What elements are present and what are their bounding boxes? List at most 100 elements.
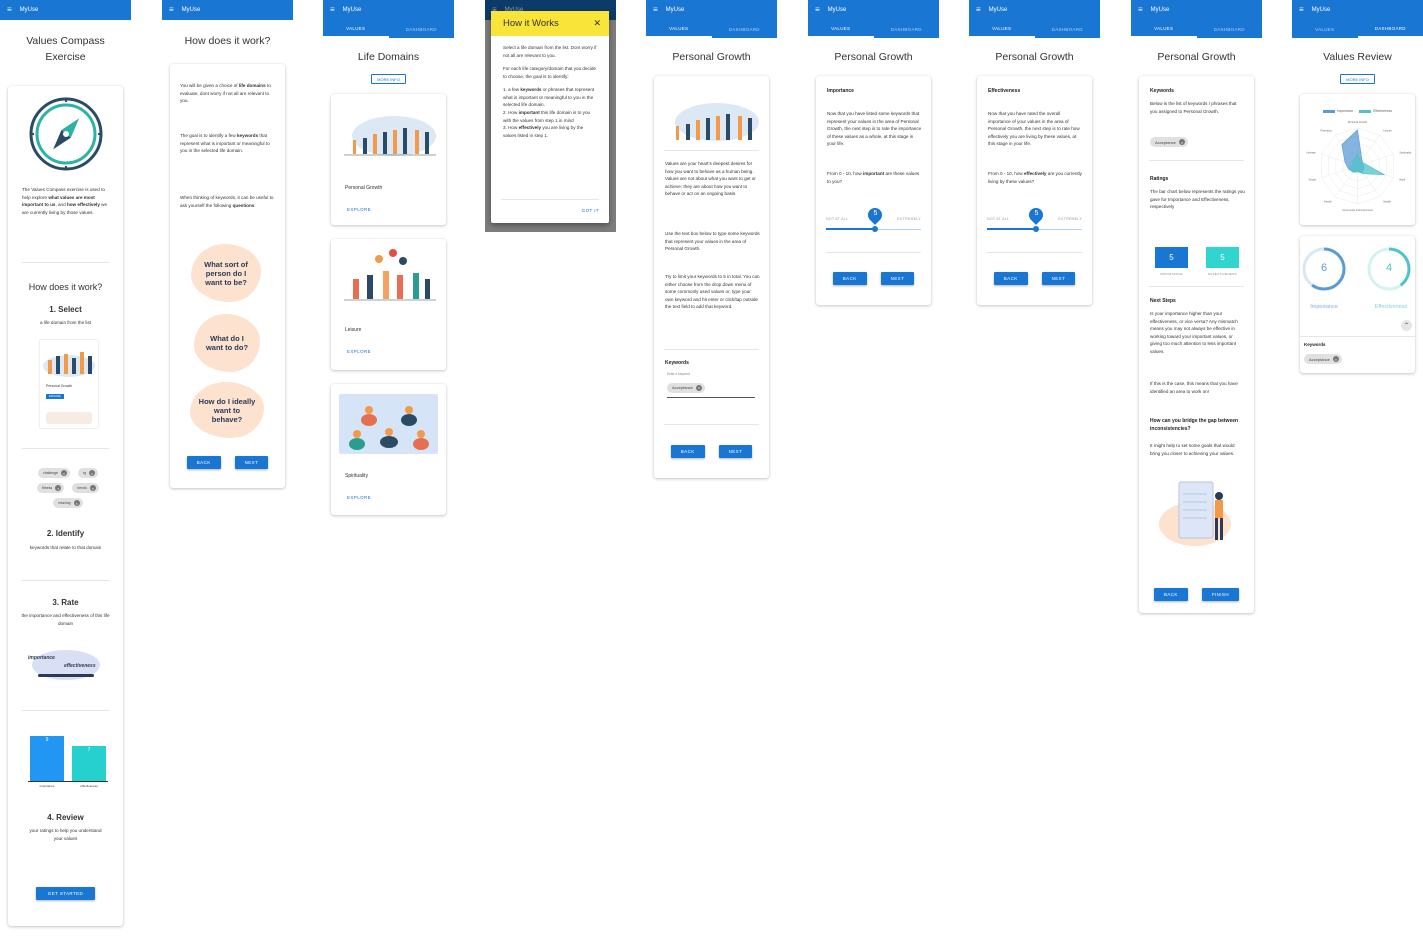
back-button[interactable]: Back: [1153, 588, 1188, 601]
step2-title: 2. Identify: [46, 529, 85, 538]
got-it-button[interactable]: Got it: [582, 208, 599, 213]
app-title: MyUse: [665, 7, 685, 13]
menu-icon[interactable]: ≡: [169, 6, 174, 14]
scale-importance-label: importance: [28, 655, 55, 661]
tab-dashboard[interactable]: Dashboard: [1035, 20, 1101, 38]
page-title: Personal Growth: [995, 51, 1074, 63]
tab-bar: Values Dashboard: [808, 20, 939, 38]
keywords-heading: Keywords: [1150, 88, 1174, 94]
remove-chip-icon[interactable]: ×: [695, 384, 702, 391]
tab-dashboard[interactable]: Dashboard: [1197, 20, 1263, 38]
next-button[interactable]: Next: [234, 456, 269, 469]
step1-title: 1. Select: [49, 305, 82, 314]
compass-icon: [29, 97, 103, 171]
importance-slider[interactable]: 5 Not at all Extremely: [826, 205, 921, 248]
screen-effectiveness: ≡ MyUse Values Dashboard Personal Growth…: [969, 0, 1100, 949]
screen-keywords: ≡ MyUse Values Dashboard Personal Growth…: [646, 0, 777, 949]
importance-score: 6: [1320, 262, 1328, 274]
keyword-input[interactable]: Enter a keyword Acceptance ×: [667, 372, 755, 398]
keyword-chip: relaxing ×: [53, 498, 83, 508]
next-steps-heading: Next Steps: [1150, 298, 1176, 304]
screen-how-it-works: ≡ MyUse How does it work? You will be gi…: [162, 0, 293, 949]
tab-dashboard[interactable]: Dashboard: [389, 20, 455, 38]
keywords-instruction-text: Use the text box below to type some keyw…: [665, 231, 760, 252]
legend-importance: Importance: [1323, 109, 1353, 113]
radar-axis-label: Leisure: [1383, 128, 1392, 132]
back-button[interactable]: Back: [670, 445, 705, 458]
keywords-limit-text: Try to limit your keywords to 5 in total…: [665, 274, 760, 310]
legend-effectiveness: Effectiveness: [1359, 109, 1392, 113]
ratings-heading: Ratings: [1150, 176, 1169, 182]
collapse-icon[interactable]: ⌃: [1401, 320, 1412, 331]
menu-icon[interactable]: ≡: [7, 6, 12, 14]
effectiveness-card: Effectiveness Now that you have rated th…: [977, 76, 1092, 305]
next-steps-text-2: If this is the case, this means that you…: [1150, 381, 1238, 394]
keyword-chip[interactable]: Acceptance ×: [667, 382, 705, 393]
slider-thumb[interactable]: [872, 226, 879, 232]
finish-button[interactable]: Finish: [1201, 588, 1239, 601]
get-started-button[interactable]: Get Started: [35, 887, 96, 900]
importance-text: Now that you have listed some keywords t…: [827, 111, 922, 147]
leisure-illustration-icon: [344, 249, 436, 301]
explore-link[interactable]: Explore: [347, 349, 371, 354]
more-info-button[interactable]: More Info: [371, 74, 406, 85]
domain-card-spirituality[interactable]: Spirituality Explore: [331, 384, 446, 515]
tab-values[interactable]: Values: [1131, 20, 1197, 38]
dialog-header: How it Works ✕: [491, 11, 609, 36]
tab-values[interactable]: Values: [969, 20, 1035, 38]
domain-label: Personal Growth: [345, 185, 383, 191]
keyword-input-label: Enter a keyword: [667, 372, 691, 376]
next-button[interactable]: Next: [718, 445, 753, 458]
importance-tile: 5: [1155, 247, 1188, 268]
tab-dashboard[interactable]: Dashboard: [1357, 20, 1423, 38]
menu-icon[interactable]: ≡: [1138, 6, 1143, 14]
personal-growth-illustration-icon: [675, 103, 759, 141]
thumb-button: EXPLORE: [46, 394, 64, 399]
how-para-1: You will be given a choice of life domai…: [180, 83, 271, 104]
scale-illustration: importance effectiveness: [28, 646, 104, 686]
slider-thumb[interactable]: [1033, 226, 1040, 232]
tab-values[interactable]: Values: [323, 20, 389, 38]
explore-link[interactable]: Explore: [347, 495, 371, 500]
keywords-summary-text: Below is the list of keywords / phrases …: [1150, 101, 1237, 114]
mini-bar-imp-label: importance: [39, 784, 55, 788]
bridge-heading: How can you bridge the gap between incon…: [1150, 418, 1239, 432]
tab-dashboard[interactable]: Dashboard: [874, 20, 940, 38]
radar-card: Importance Effectiveness Personal Growth…: [1300, 94, 1415, 225]
tab-dashboard[interactable]: Dashboard: [712, 20, 778, 38]
tab-values[interactable]: Values: [1292, 20, 1358, 38]
app-bar: ≡ MyUse: [162, 0, 293, 20]
importance-score-label: Importance: [1310, 304, 1338, 310]
how-card: You will be given a choice of life domai…: [170, 64, 285, 488]
effectiveness-score-label: Effectiveness: [1374, 304, 1408, 310]
slider-value: 5: [1034, 210, 1039, 217]
intro-card: The Values Compass exercise is used to h…: [8, 86, 123, 926]
explore-link[interactable]: Explore: [347, 207, 371, 212]
tab-values[interactable]: Values: [808, 20, 874, 38]
step3-text: the importance and effectiveness of this…: [21, 613, 110, 626]
close-icon[interactable]: ✕: [593, 18, 601, 29]
menu-icon[interactable]: ≡: [653, 6, 658, 14]
keyword-chip: rg ×: [77, 468, 99, 478]
chip-cloud: challenge × rg × fitness × riends × relaxing…: [32, 468, 104, 508]
back-button[interactable]: Back: [186, 456, 221, 469]
app-title: MyUse: [342, 7, 362, 13]
importance-question: From 0 - 10, how important are these val…: [827, 171, 920, 184]
back-button[interactable]: Back: [832, 272, 867, 285]
menu-icon[interactable]: ≡: [330, 6, 335, 14]
tab-values[interactable]: Values: [646, 20, 712, 38]
dialog-body: Select a life domain from the list. Dont…: [503, 45, 597, 138]
next-button[interactable]: Next: [1041, 272, 1076, 285]
more-info-button[interactable]: More Info: [1340, 74, 1375, 85]
keywords-card: Values are your heart's deepest desires …: [654, 76, 769, 478]
menu-icon[interactable]: ≡: [1299, 6, 1304, 14]
next-button[interactable]: Next: [880, 272, 915, 285]
domain-card-leisure[interactable]: Leisure Explore: [331, 239, 446, 370]
back-button[interactable]: Back: [993, 272, 1028, 285]
effectiveness-slider[interactable]: 5 Not at all Extremely: [987, 205, 1082, 248]
domain-card-personal-growth[interactable]: Personal Growth Explore: [331, 94, 446, 225]
menu-icon[interactable]: ≡: [815, 6, 820, 14]
menu-icon[interactable]: ≡: [976, 6, 981, 14]
mini-bar-eff-label: effectiveness: [80, 784, 98, 788]
mini-bar-effectiveness: 7: [72, 746, 106, 781]
